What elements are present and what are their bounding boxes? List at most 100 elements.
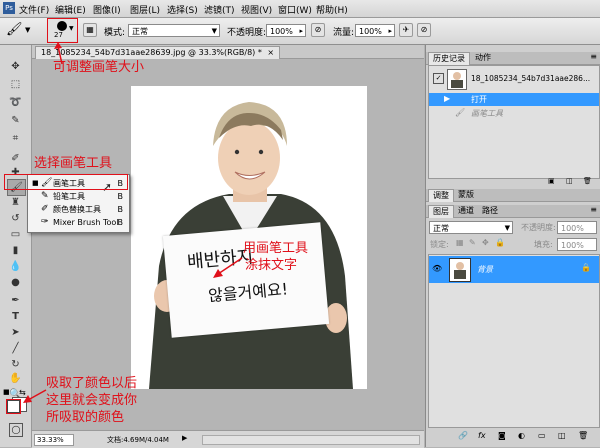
chevron-right-icon: ▸ <box>388 27 392 35</box>
tab-layers[interactable]: 图层 <box>428 205 454 218</box>
menu-layer[interactable]: 图层(L) <box>130 3 160 16</box>
flyout-item-shortcut: B <box>117 192 124 201</box>
move-tool-icon[interactable]: ✥ <box>7 59 24 74</box>
airbrush-icon[interactable]: ✈ <box>399 23 413 37</box>
lasso-tool-icon[interactable]: ➰ <box>7 95 24 110</box>
fill-input[interactable]: 100% <box>557 238 597 251</box>
clone-stamp-tool-icon[interactable]: ♜ <box>7 195 24 210</box>
pressure-opacity-icon[interactable]: ⊘ <box>311 23 325 37</box>
photo-canvas[interactable]: 배반하지 않을거예요! <box>131 86 367 389</box>
pen-tool-icon[interactable]: ✒ <box>7 293 24 308</box>
layer-row[interactable]: 👁 背景 🔒 <box>429 256 599 283</box>
opacity-value: 100% <box>270 27 293 36</box>
adjustment-layer-icon[interactable]: ◐ <box>518 431 525 440</box>
menu-select[interactable]: 选择(S) <box>167 3 198 16</box>
new-snapshot-icon[interactable]: ◫ <box>566 177 573 185</box>
opacity-label: 不透明度: <box>227 28 267 38</box>
blur-tool-icon[interactable]: 💧 <box>7 259 24 274</box>
flyout-item-label: 铅笔工具 <box>53 192 85 201</box>
gradient-tool-icon[interactable]: ▮ <box>7 243 24 258</box>
delete-icon[interactable]: 🗑 <box>583 177 592 185</box>
history-state-brush[interactable]: 🖌 画笔工具 <box>429 107 599 120</box>
pencil-icon: ✎ <box>41 191 49 201</box>
flow-input[interactable]: 100% ▸ <box>355 24 395 37</box>
lock-pixels-icon[interactable]: ✎ <box>469 238 476 247</box>
snapshot-thumbnail <box>447 69 467 90</box>
lock-label: 锁定: <box>430 240 449 249</box>
panel-menu-icon[interactable]: ≡ <box>590 52 597 61</box>
marquee-tool-icon[interactable]: ⬚ <box>7 77 24 92</box>
tab-paths[interactable]: 路径 <box>478 205 502 217</box>
chevron-down-icon: ▼ <box>25 26 31 34</box>
annotation-paint-text-2: 涂抹文字 <box>245 258 298 273</box>
lock-all-icon[interactable]: 🔒 <box>495 238 505 247</box>
flow-value: 100% <box>359 27 382 36</box>
hand-tool-icon[interactable]: ✋ <box>7 371 24 386</box>
add-mask-icon[interactable]: ◙ <box>498 431 506 440</box>
new-group-icon[interactable]: ▭ <box>538 431 546 440</box>
menu-filter[interactable]: 滤镜(T) <box>204 3 235 16</box>
eyedropper-tool-icon[interactable]: ✐ <box>7 151 24 166</box>
lock-transparency-icon[interactable]: ▦ <box>456 238 464 247</box>
flyout-item-mixer-brush[interactable]: ✑ Mixer Brush Tool B <box>28 216 129 229</box>
mode-select[interactable]: 正常 ▼ <box>128 24 220 37</box>
annotation-paint-text-1: 用画笔工具 <box>243 241 309 256</box>
new-layer-icon[interactable]: ◫ <box>558 431 566 440</box>
tab-actions[interactable]: 动作 <box>471 52 495 64</box>
type-tool-icon[interactable]: T <box>7 309 24 324</box>
new-document-icon[interactable]: ▣ <box>548 177 555 185</box>
annotation-color-line2: 这里就会变成你 <box>46 393 138 408</box>
link-layers-icon[interactable]: 🔗 <box>458 431 468 440</box>
path-select-tool-icon[interactable]: ➤ <box>7 325 24 340</box>
shape-tool-icon[interactable]: ╱ <box>7 341 24 356</box>
quick-mask-icon[interactable]: ◯ <box>9 423 23 437</box>
history-panel-footer: ▣ ◫ 🗑 <box>426 177 600 187</box>
tool-preset-picker[interactable]: 🖌 ▼ <box>4 22 34 39</box>
3d-rotate-tool-icon[interactable]: ↻ <box>7 357 24 372</box>
opacity-input[interactable]: 100% ▸ <box>266 24 306 37</box>
tab-adjustments[interactable]: 调整 <box>428 189 454 202</box>
flyout-item-label: 颜色替换工具 <box>53 205 101 214</box>
pressure-size-icon[interactable]: ⊘ <box>417 23 431 37</box>
zoom-level-field[interactable]: 33.33% <box>34 434 74 446</box>
dodge-tool-icon[interactable]: ● <box>7 275 24 290</box>
canvas-area[interactable]: 배반하지 않을거예요! <box>32 59 424 429</box>
lock-position-icon[interactable]: ✥ <box>482 238 489 247</box>
annotation-select-brush: 选择画笔工具 <box>34 156 113 171</box>
layer-opacity-input[interactable]: 100% <box>557 221 597 234</box>
history-snapshot[interactable]: ✓ 18_1085234_54b7d31aae286... <box>429 68 599 90</box>
panel-menu-icon[interactable]: ≡ <box>590 205 597 214</box>
tab-masks[interactable]: 蒙版 <box>454 189 478 201</box>
tab-history[interactable]: 历史记录 <box>428 52 470 65</box>
horizontal-scrollbar[interactable] <box>202 435 420 445</box>
photoshop-logo: Ps <box>3 2 15 14</box>
default-colors-icon[interactable]: ■ <box>3 388 10 396</box>
options-bar: 🖌 ▼ 27 ▼ ▦ 模式: 正常 ▼ 不透明度: 100% ▸ ⊘ 流量: 1… <box>0 18 600 45</box>
menu-image[interactable]: 图像(I) <box>93 3 121 16</box>
close-icon[interactable]: × <box>267 48 274 57</box>
flyout-item-color-replace[interactable]: ✐ 颜色替换工具 B <box>28 203 129 216</box>
brush-preset-icon: 🖌 <box>6 22 23 37</box>
quick-select-tool-icon[interactable]: ✎ <box>7 113 24 128</box>
crop-tool-icon[interactable]: ⌗ <box>7 131 24 146</box>
chevron-right-icon: ▸ <box>299 27 303 35</box>
eye-icon[interactable]: 👁 <box>432 264 442 273</box>
history-brush-tool-icon[interactable]: ↺ <box>7 211 24 226</box>
menu-window[interactable]: 窗口(W) <box>278 3 312 16</box>
layer-style-icon[interactable]: fx <box>478 431 486 440</box>
history-state-open[interactable]: ▶ 打开 <box>429 93 599 106</box>
blend-mode-select[interactable]: 正常 ▼ <box>429 221 513 234</box>
delete-layer-icon[interactable]: 🗑 <box>578 431 588 440</box>
flyout-item-pencil[interactable]: ✎ 铅笔工具 B <box>28 190 129 203</box>
brush-panel-toggle-icon[interactable]: ▦ <box>83 23 97 37</box>
flyout-item-shortcut: B <box>117 205 124 214</box>
foreground-color-swatch[interactable] <box>6 399 21 414</box>
menu-view[interactable]: 视图(V) <box>241 3 272 16</box>
menu-file[interactable]: 文件(F) <box>19 3 49 16</box>
menu-help[interactable]: 帮助(H) <box>316 3 348 16</box>
status-menu-icon[interactable]: ▶ <box>182 434 187 442</box>
menu-edit[interactable]: 编辑(E) <box>55 3 86 16</box>
layer-thumbnail <box>449 258 471 282</box>
eraser-tool-icon[interactable]: ▭ <box>7 227 24 242</box>
tab-channels[interactable]: 通道 <box>454 205 478 217</box>
